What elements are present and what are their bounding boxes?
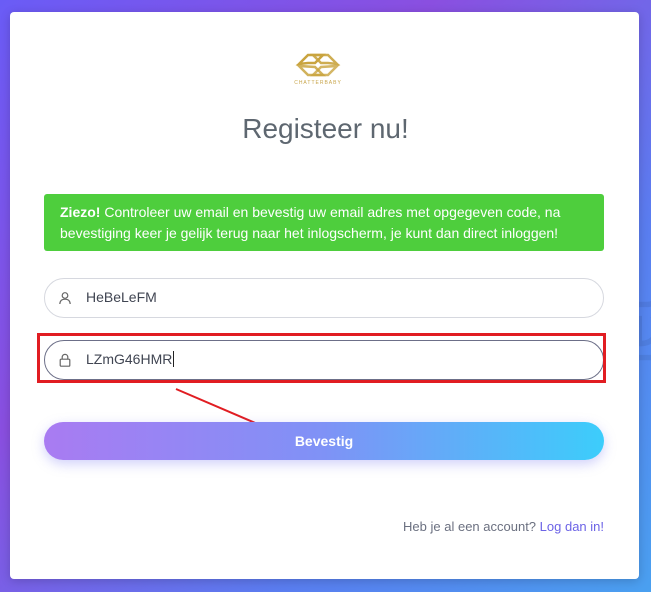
- annotation-highlight-box: [37, 333, 606, 383]
- page-title: Registeer nu!: [242, 113, 409, 144]
- username-field[interactable]: HeBeLeFM: [44, 278, 604, 318]
- login-prompt: Heb je al een account? Log dan in!: [403, 519, 604, 534]
- user-icon: [59, 292, 71, 305]
- login-prompt-text: Heb je al een account?: [403, 519, 537, 534]
- success-alert: Ziezo! Controleer uw email en bevestig u…: [44, 194, 604, 251]
- bevestig-button[interactable]: Bevestig: [44, 422, 604, 460]
- alert-message: Controleer uw email en bevestig uw email…: [60, 204, 561, 241]
- alert-bold-text: Ziezo!: [60, 204, 101, 220]
- logo-wordmark: CHATTERBABY: [294, 80, 342, 86]
- username-value: HeBeLeFM: [86, 289, 157, 305]
- login-link[interactable]: Log dan in!: [540, 519, 604, 534]
